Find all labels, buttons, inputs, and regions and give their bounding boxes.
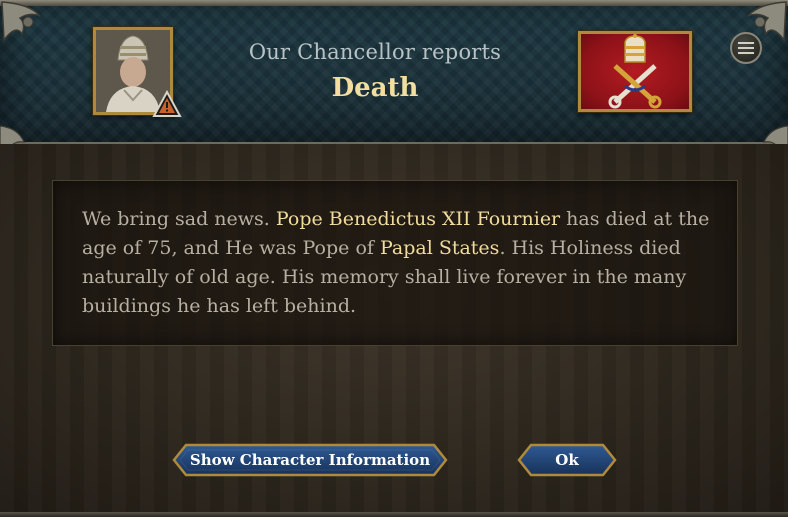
menu-icon[interactable] xyxy=(730,32,762,64)
header-rim xyxy=(0,0,788,6)
character-name-link[interactable]: Pope Benedictus XII Fournier xyxy=(276,208,560,230)
event-dialog: Our Chancellor reports Death We bring sa… xyxy=(0,0,788,517)
message-text: We bring sad news. xyxy=(82,208,276,230)
ok-button[interactable]: Ok xyxy=(517,442,617,478)
country-flag[interactable] xyxy=(578,31,692,112)
show-character-information-button[interactable]: Show Character Information xyxy=(172,442,448,478)
country-name-link[interactable]: Papal States xyxy=(380,237,499,259)
papal-keys-tiara-icon xyxy=(608,34,662,109)
event-message: We bring sad news. Pope Benedictus XII F… xyxy=(82,205,712,321)
button-label: Show Character Information xyxy=(189,451,431,469)
bottom-rim xyxy=(0,512,788,517)
button-label: Ok xyxy=(555,451,579,469)
